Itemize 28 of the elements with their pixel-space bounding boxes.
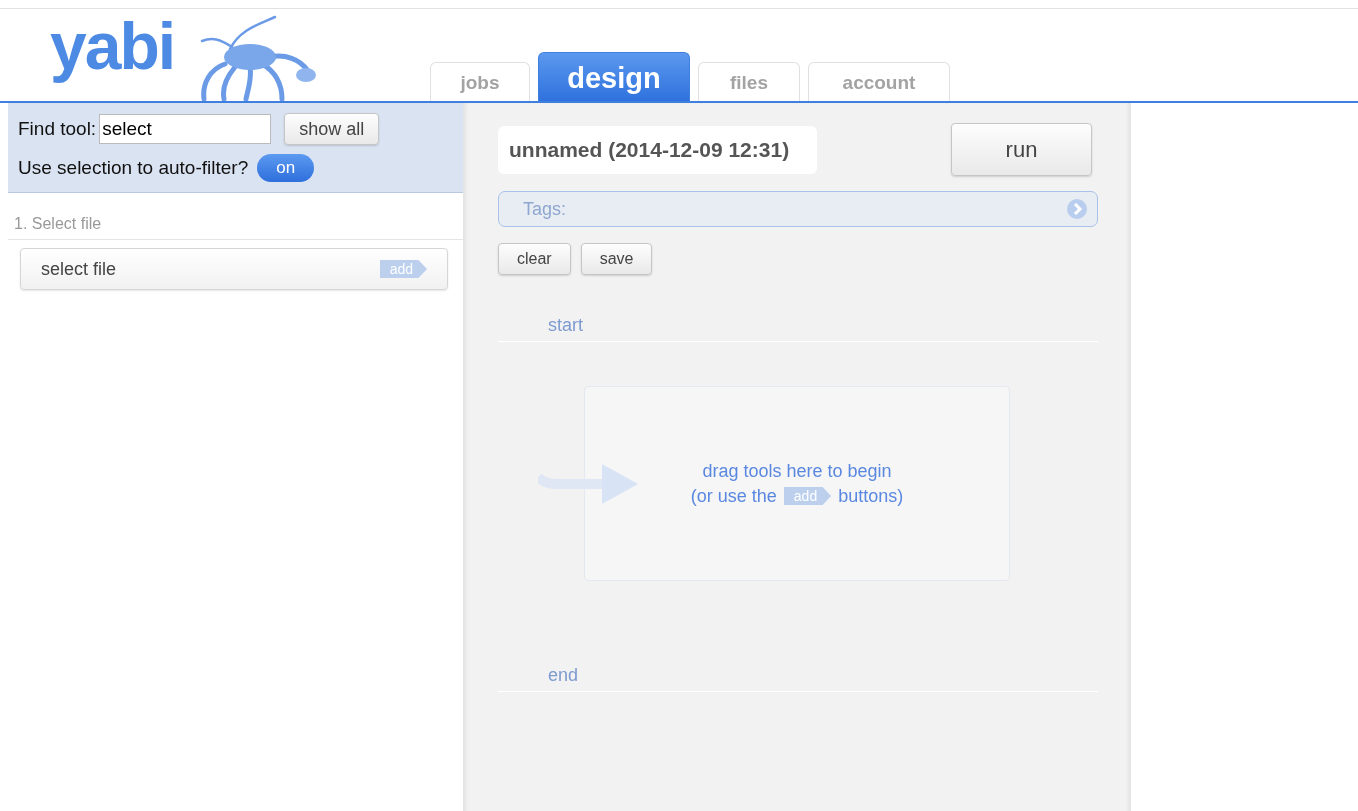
tab[interactable]: jobs [430, 62, 530, 101]
logo-text: yabi [50, 11, 175, 81]
drop-hint-text: drag tools here to begin [702, 460, 892, 482]
end-label: end [548, 665, 579, 685]
chevron-right-icon[interactable] [1067, 199, 1087, 219]
drop-hint-text: buttons) [838, 485, 904, 507]
find-tool-label: Find tool: [18, 118, 97, 140]
auto-filter-label: Use selection to auto-filter? [18, 157, 249, 179]
tool-item[interactable]: select file add [20, 248, 448, 290]
run-button[interactable]: run [951, 123, 1092, 176]
auto-filter-toggle[interactable]: on [257, 154, 315, 182]
clear-button[interactable]: clear [498, 243, 571, 275]
drop-zone[interactable]: drag tools here to begin (or use the add buttons) [584, 386, 1010, 581]
save-button[interactable]: save [580, 243, 653, 275]
workflow-name-field[interactable]: unnamed (2014-12-09 12:31) [498, 125, 818, 174]
tags-placeholder: Tags: [523, 198, 567, 220]
tags-field[interactable]: Tags: [498, 191, 1098, 227]
find-tool-field[interactable]: select [99, 114, 272, 144]
tab[interactable]: account [808, 62, 950, 101]
start-label: start [548, 315, 583, 335]
add-badge: add [783, 487, 832, 505]
tool-name: select file [41, 258, 117, 280]
arrow-icon [538, 462, 638, 505]
tab[interactable]: files [698, 62, 800, 101]
tab[interactable]: design [538, 52, 690, 101]
show-all-button[interactable]: show all [284, 113, 380, 145]
drop-hint-text: (or use the [690, 485, 777, 507]
group-title: 1. Select file [8, 193, 463, 240]
